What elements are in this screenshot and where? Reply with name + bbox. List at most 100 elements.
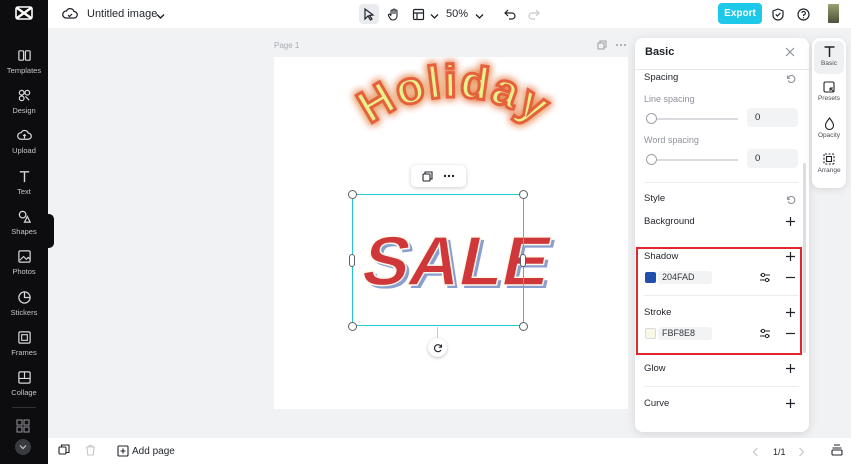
stroke-settings-icon[interactable] [759, 328, 771, 342]
undo-button[interactable] [500, 4, 520, 24]
line-spacing-input[interactable]: 0 [747, 108, 798, 127]
top-toolbar: Untitled image 50% Export [48, 0, 851, 28]
duplicate-page-icon[interactable] [597, 40, 607, 50]
left-sidebar: Templates Design Upload Text Shapes Phot… [0, 0, 48, 464]
photos-icon [17, 250, 31, 263]
shadow-settings-icon[interactable] [759, 272, 771, 286]
word-spacing-slider[interactable] [646, 159, 738, 161]
add-page-icon[interactable] [117, 445, 129, 460]
design-icon [18, 89, 30, 102]
redo-button[interactable] [524, 4, 544, 24]
sidebar-item-collage[interactable]: Collage [0, 368, 48, 408]
resize-handle-bottom-left[interactable] [348, 322, 357, 331]
account-menu-chevron-icon[interactable] [15, 439, 31, 455]
layout-button[interactable] [408, 4, 428, 24]
line-spacing-slider[interactable] [646, 118, 738, 120]
add-stroke-icon[interactable] [785, 307, 796, 321]
sidebar-item-frames[interactable]: Frames [0, 328, 48, 368]
sidebar-collapse-handle[interactable] [46, 214, 54, 248]
stroke-color-swatch[interactable] [645, 328, 656, 339]
shadow-color-swatch[interactable] [645, 272, 656, 283]
holiday-text[interactable]: Holiday [347, 57, 560, 135]
user-avatar[interactable] [828, 4, 839, 23]
sidebar-item-photos[interactable]: Photos [0, 247, 48, 287]
shapes-icon [18, 210, 31, 223]
help-icon[interactable] [795, 6, 811, 22]
resize-handle-left[interactable] [349, 254, 355, 267]
resize-handle-top-left[interactable] [348, 190, 357, 199]
export-button[interactable]: Export [718, 3, 762, 24]
remove-stroke-icon[interactable] [785, 328, 796, 342]
zoom-chevron-down-icon[interactable] [475, 9, 484, 23]
stroke-color-hex[interactable]: FBF8E8 [658, 327, 712, 340]
resize-handle-top-right[interactable] [519, 190, 528, 199]
sidebar-item-text[interactable]: Text [0, 167, 48, 207]
rail-tab-opacity[interactable]: Opacity [814, 113, 844, 146]
more-page-icon[interactable] [615, 40, 627, 50]
shadow-color-hex[interactable]: 204FAD [658, 271, 712, 284]
templates-icon [17, 50, 31, 61]
line-spacing-label: Line spacing [644, 94, 695, 104]
add-shadow-icon[interactable] [785, 251, 796, 265]
page-actions [597, 40, 627, 50]
selection-box[interactable] [352, 194, 524, 326]
rail-tab-arrange[interactable]: Arrange [814, 149, 844, 182]
remove-shadow-icon[interactable] [785, 272, 796, 286]
next-page-icon[interactable] [798, 446, 805, 460]
add-background-icon[interactable] [785, 216, 796, 230]
panel-scrollbar[interactable] [803, 163, 806, 353]
apps-grid-icon[interactable] [16, 419, 30, 433]
rail-tab-basic[interactable]: Basic [814, 41, 844, 74]
resize-handle-bottom-right[interactable] [519, 322, 528, 331]
add-glow-icon[interactable] [785, 363, 796, 377]
resize-handle-right[interactable] [520, 254, 526, 267]
bottom-bar: Add page 1/1 [48, 438, 851, 464]
chevron-down-icon[interactable] [156, 9, 165, 23]
word-spacing-input[interactable]: 0 [747, 149, 798, 168]
sidebar-item-shapes[interactable]: Shapes [0, 207, 48, 247]
line-spacing-slider-thumb[interactable] [646, 113, 657, 124]
rail-tab-presets[interactable]: Presets [814, 77, 844, 110]
rail-tab-label: Basic [821, 60, 837, 67]
stroke-label: Stroke [644, 307, 672, 318]
element-mini-toolbar [411, 165, 466, 187]
capcut-logo-icon[interactable] [14, 4, 34, 22]
duplicate-icon[interactable] [422, 170, 433, 182]
add-page-button[interactable]: Add page [132, 446, 175, 457]
layers-icon[interactable] [58, 444, 70, 459]
sidebar-item-label: Text [17, 187, 31, 196]
pointer-icon [364, 7, 375, 21]
sidebar-item-label: Collage [11, 388, 37, 397]
sidebar-item-design[interactable]: Design [0, 86, 48, 126]
reset-style-icon[interactable] [786, 194, 796, 208]
text-icon [19, 171, 29, 183]
sidebar-item-templates[interactable]: Templates [0, 46, 48, 86]
redo-icon [528, 9, 540, 20]
hand-tool-button[interactable] [383, 4, 403, 24]
add-curve-icon[interactable] [785, 398, 796, 412]
sidebar-item-label: Upload [12, 146, 36, 155]
opacity-icon [824, 117, 834, 130]
rotate-icon[interactable] [428, 338, 447, 357]
word-spacing-slider-thumb[interactable] [646, 154, 657, 165]
previous-page-icon[interactable] [752, 446, 759, 460]
reset-spacing-icon[interactable] [786, 73, 796, 87]
chevron-down-icon[interactable] [430, 9, 439, 23]
sidebar-item-label: Shapes [11, 227, 37, 236]
rail-tab-label: Opacity [817, 132, 841, 139]
rail-tab-label: Arrange [817, 167, 841, 174]
zoom-level[interactable]: 50% [446, 8, 468, 20]
document-title[interactable]: Untitled image [87, 8, 157, 20]
trash-icon[interactable] [85, 444, 96, 459]
page-overview-icon[interactable] [831, 444, 843, 459]
shield-icon[interactable] [770, 6, 786, 22]
section-divider [644, 386, 799, 387]
sidebar-item-label: Photos [12, 267, 36, 276]
more-options-icon[interactable] [443, 174, 455, 178]
select-tool-button[interactable] [359, 4, 379, 24]
sidebar-item-stickers[interactable]: Stickers [0, 288, 48, 328]
cloud-sync-icon[interactable] [62, 6, 78, 23]
frames-icon [17, 331, 31, 344]
sidebar-item-upload[interactable]: Upload [0, 126, 48, 166]
close-icon[interactable] [785, 46, 795, 60]
